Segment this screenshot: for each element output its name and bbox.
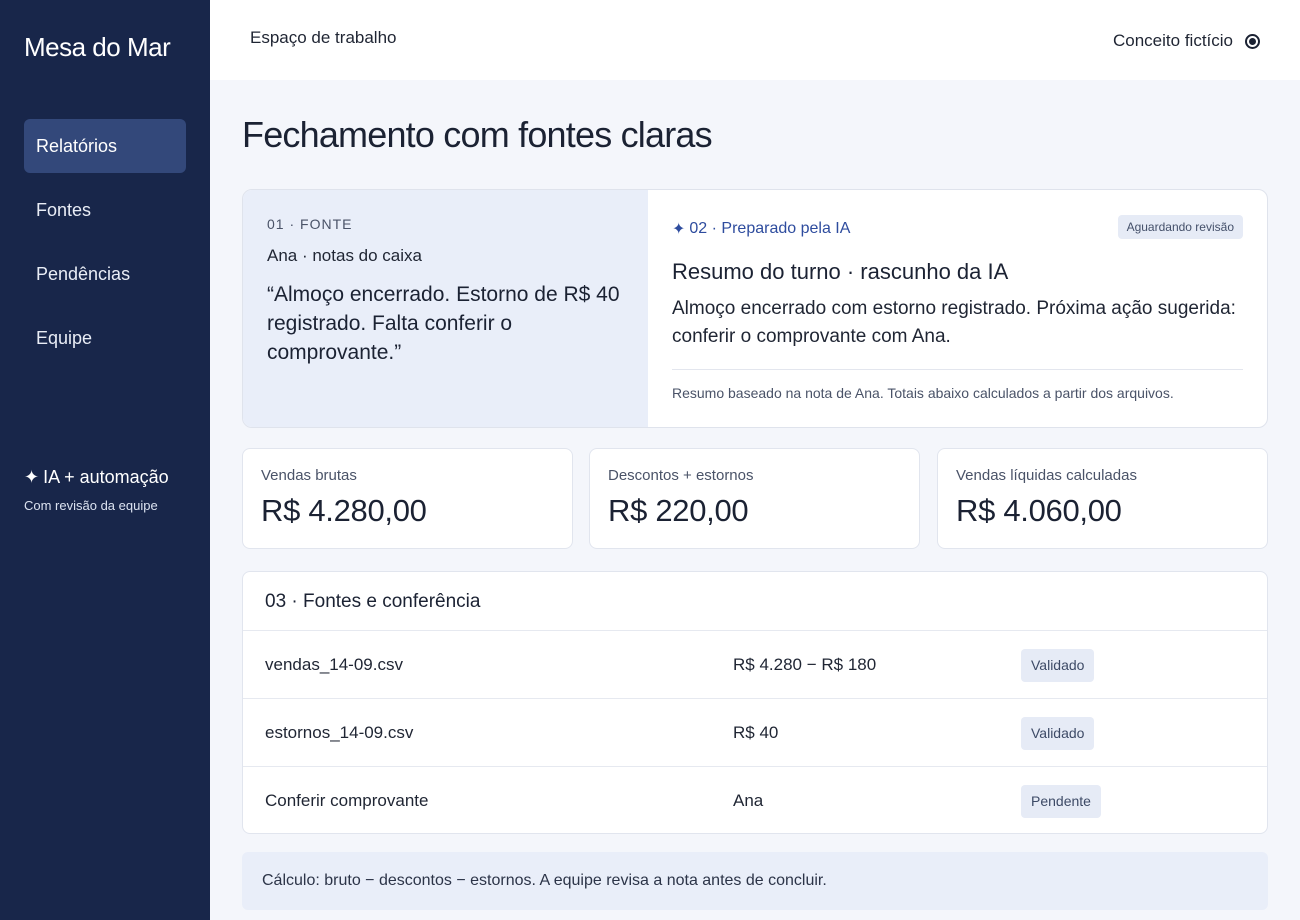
ai-draft-footnote: Resumo baseado na nota de Ana. Totais ab… (672, 385, 1174, 401)
row-value: R$ 4.280 − R$ 180 (733, 655, 877, 674)
ai-automation-block: ✦ IA + automação Com revisão da equipe (24, 467, 169, 513)
top-bar: Espaço de trabalho Conceito fictício (210, 0, 1300, 80)
status-badge: Validado (1021, 649, 1095, 682)
row-status: Pendente (1021, 784, 1101, 818)
table-row[interactable]: vendas_14-09.csv R$ 4.280 − R$ 180 Valid… (243, 631, 1267, 699)
ai-draft-heading: Resumo do turno · rascunho da IA (672, 259, 1009, 284)
row-file-name: vendas_14-09.csv (265, 655, 403, 674)
source-kicker: 01 · FONTE (267, 216, 353, 232)
ai-draft-panel: ✦ 02 · Preparado pela IA Aguardando revi… (648, 190, 1267, 427)
table-row[interactable]: Conferir comprovante Ana Pendente (243, 767, 1267, 833)
metric-label: Vendas líquidas calculadas (956, 467, 1137, 484)
sidebar-nav: Relatórios Fontes Pendências Equipe (24, 119, 186, 375)
sources-table: 03 · Fontes e conferência vendas_14-09.c… (242, 571, 1268, 834)
metric-card-net-sales: Vendas líquidas calculadas R$ 4.060,00 (937, 448, 1268, 549)
ai-automation-title: ✦ IA + automação (24, 467, 169, 488)
sidebar-item-relatorios[interactable]: Relatórios (24, 119, 186, 173)
row-value: R$ 40 (733, 723, 779, 742)
ai-automation-subtitle: Com revisão da equipe (24, 498, 158, 513)
ai-draft-body: Almoço encerrado com estorno registrado.… (672, 298, 1236, 347)
row-file-name: Conferir comprovante (265, 791, 429, 810)
metric-value: R$ 220,00 (608, 493, 749, 528)
radio-icon[interactable] (1245, 33, 1260, 49)
ai-automation-label: IA + automação (43, 467, 169, 487)
ai-draft-kicker-label: 02 · Preparado pela IA (689, 220, 851, 237)
workspace-label: Espaço de trabalho (250, 28, 397, 47)
calculation-note: Cálculo: bruto − descontos − estornos. A… (242, 852, 1268, 910)
source-comparison-card: 01 · FONTE Ana · notas do caixa “Almoço … (242, 189, 1268, 428)
table-row[interactable]: estornos_14-09.csv R$ 40 Validado (243, 699, 1267, 767)
sidebar: Mesa do Mar Relatórios Fontes Pendências… (0, 0, 210, 920)
metric-label: Descontos + estornos (608, 467, 754, 484)
metrics-row: Vendas brutas R$ 4.280,00 Descontos + es… (242, 448, 1268, 549)
metric-card-gross-sales: Vendas brutas R$ 4.280,00 (242, 448, 573, 549)
sidebar-item-fontes[interactable]: Fontes (24, 183, 186, 237)
row-file-name: estornos_14-09.csv (265, 723, 414, 742)
concept-toggle[interactable]: Conceito fictício (1113, 31, 1260, 51)
status-badge: Aguardando revisão (1117, 215, 1243, 239)
row-status: Validado (1021, 648, 1095, 682)
table-title: 03 · Fontes e conferência (243, 572, 1267, 631)
row-value: Ana (733, 791, 764, 810)
source-panel: 01 · FONTE Ana · notas do caixa “Almoço … (243, 190, 648, 427)
row-status: Validado (1021, 716, 1095, 750)
brand-logo: Mesa do Mar (24, 32, 171, 62)
page-title: Fechamento com fontes claras (242, 114, 713, 155)
sidebar-item-equipe[interactable]: Equipe (24, 311, 186, 365)
sparkle-icon: ✦ (672, 221, 686, 238)
status-badge: Validado (1021, 717, 1095, 750)
sidebar-item-pendencias[interactable]: Pendências (24, 247, 186, 301)
metric-value: R$ 4.060,00 (956, 493, 1122, 528)
metric-label: Vendas brutas (261, 467, 357, 484)
metric-card-discounts: Descontos + estornos R$ 220,00 (589, 448, 920, 549)
source-quote: “Almoço encerrado. Estorno de R$ 40 regi… (267, 283, 620, 364)
source-author: Ana · notas do caixa (267, 246, 422, 265)
sparkle-icon: ✦ (24, 467, 40, 487)
divider (672, 369, 1243, 370)
metric-value: R$ 4.280,00 (261, 493, 427, 528)
concept-label: Conceito fictício (1113, 31, 1233, 50)
status-badge: Pendente (1021, 785, 1101, 818)
